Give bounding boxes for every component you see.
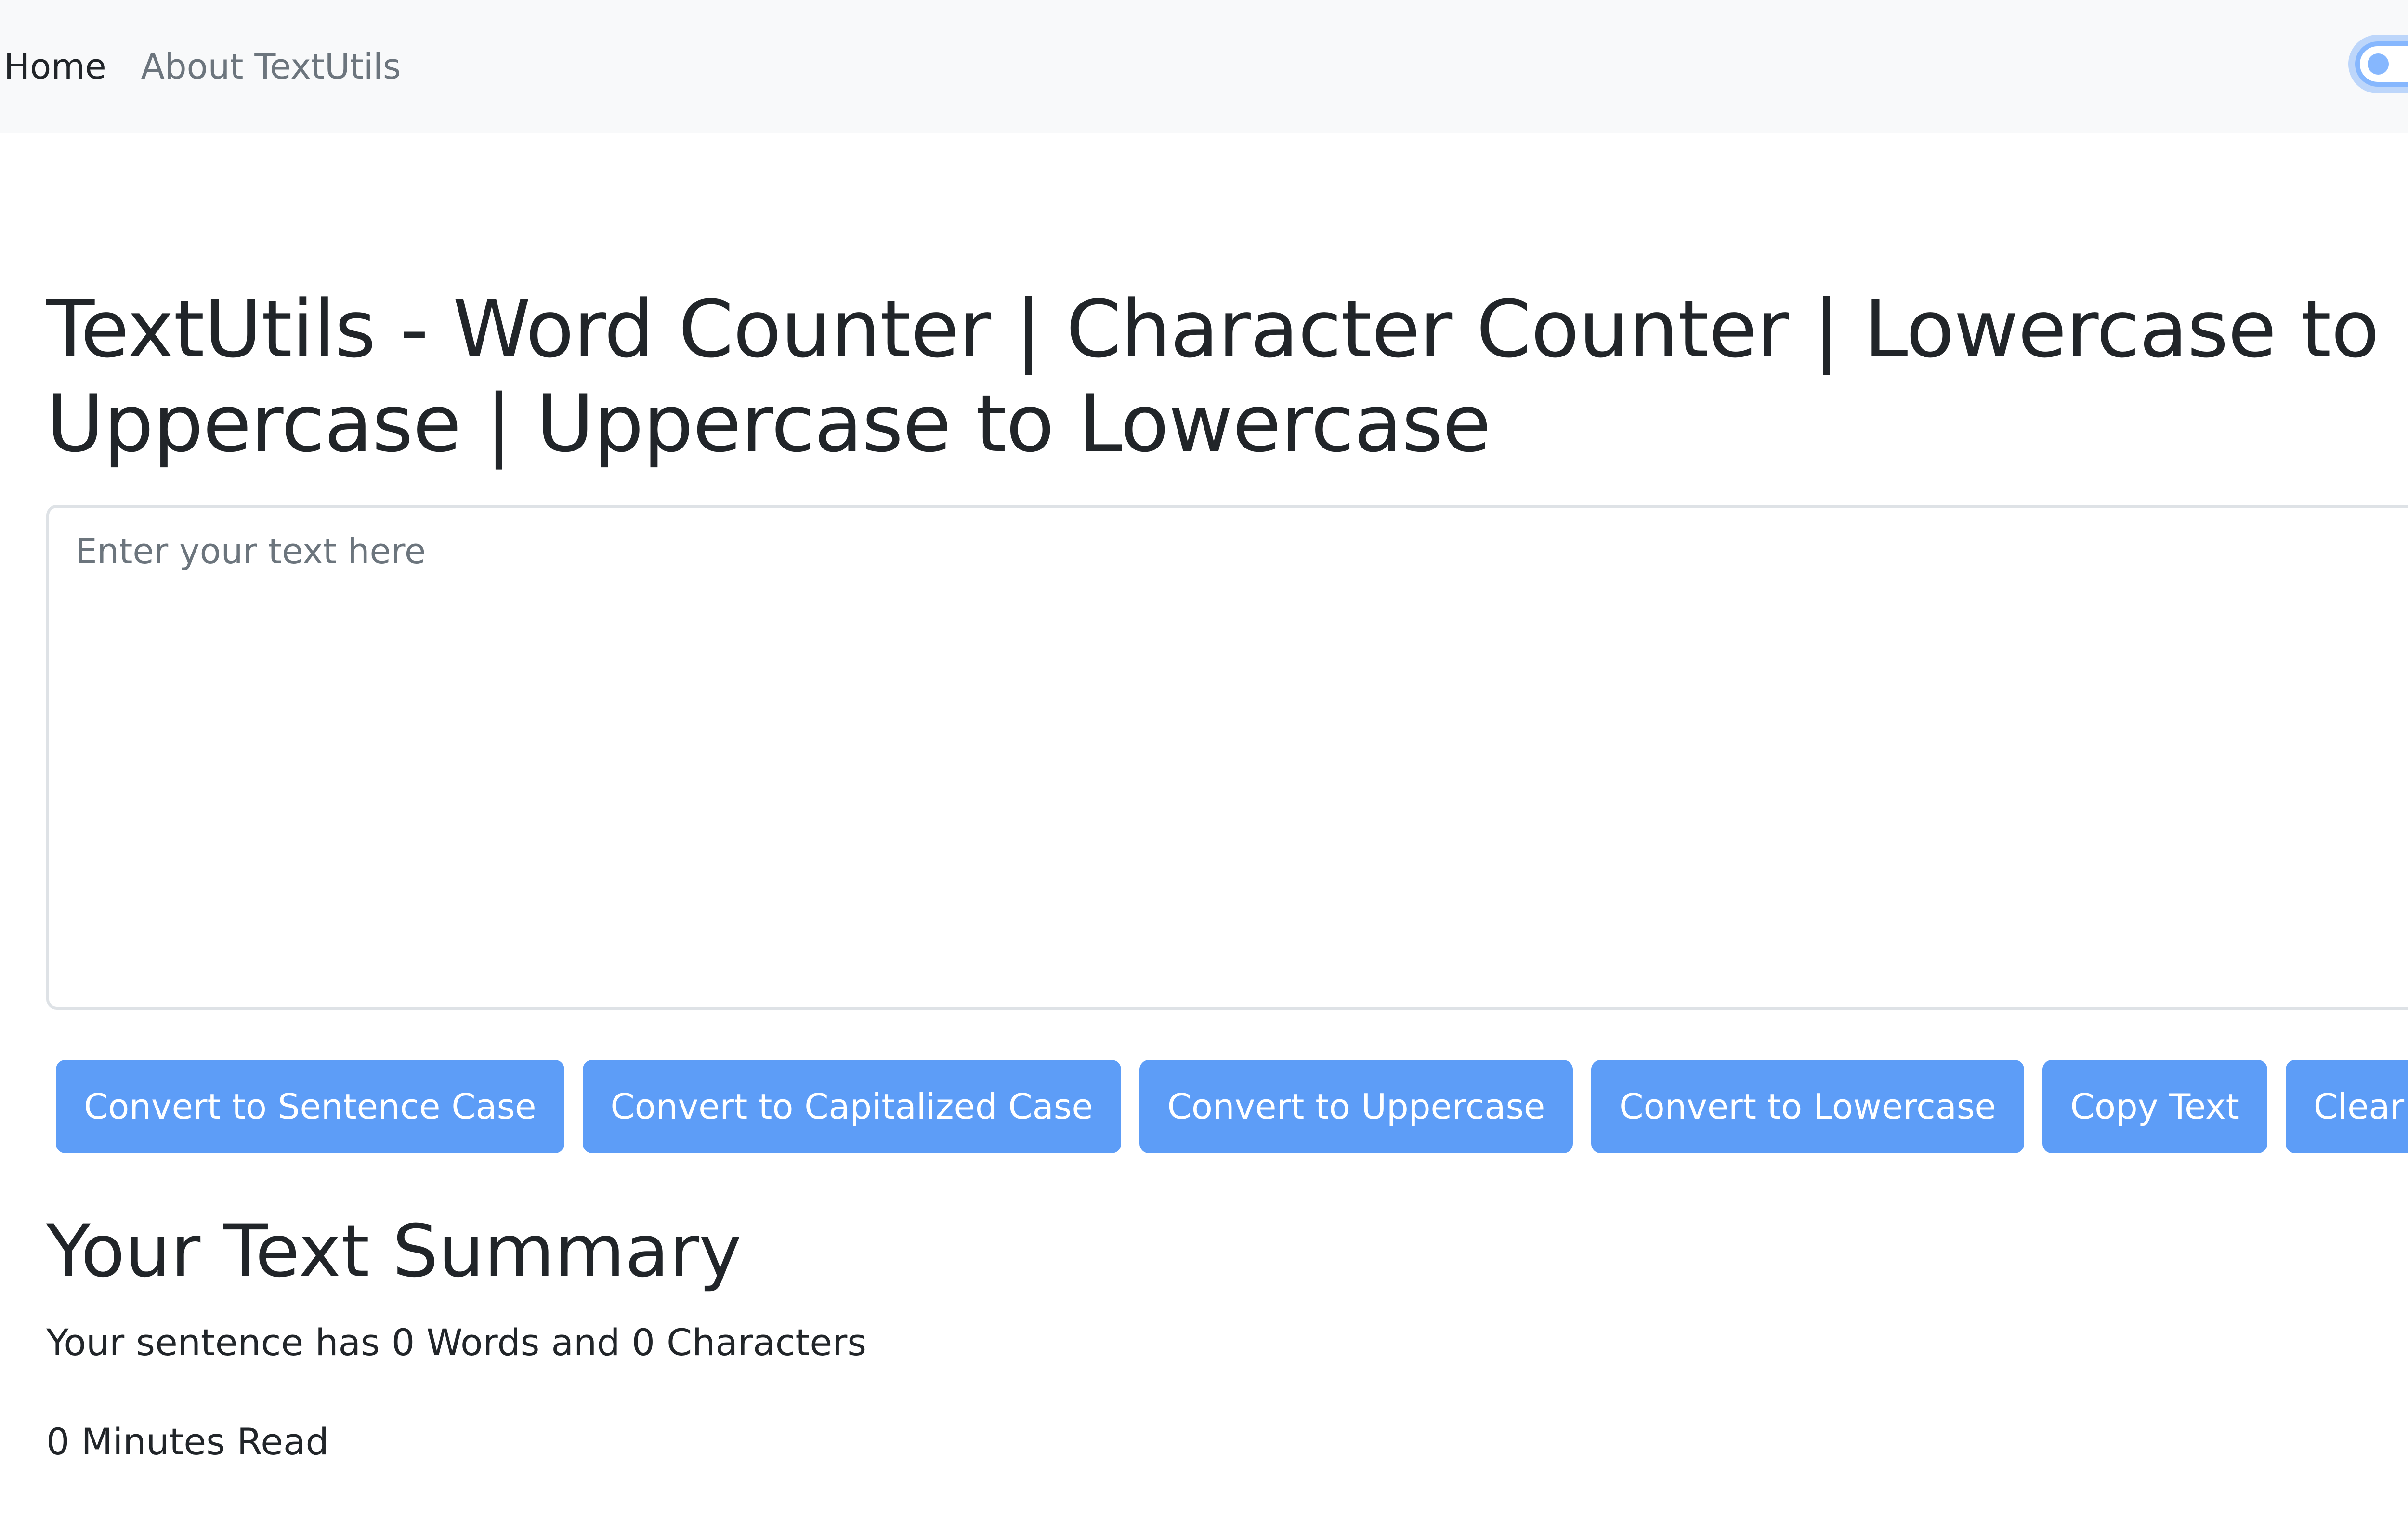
clear-text-button[interactable]: Clear Text (2285, 1060, 2408, 1153)
dark-mode-toggle[interactable] (2355, 41, 2408, 87)
text-input[interactable] (46, 505, 2408, 1010)
nav-home-link[interactable]: Home (4, 49, 106, 84)
lowercase-button[interactable]: Convert to Lowercase (1591, 1060, 2024, 1153)
nav-about-link[interactable]: About TextUtils (141, 49, 401, 84)
sentence-case-button[interactable]: Convert to Sentence Case (56, 1060, 564, 1153)
read-time: 0 Minutes Read (46, 1420, 329, 1463)
summary-title: Your Text Summary (46, 1210, 742, 1293)
copy-text-button[interactable]: Copy Text (2042, 1060, 2267, 1153)
uppercase-button[interactable]: Convert to Uppercase (1139, 1060, 1573, 1153)
toggle-knob (2368, 53, 2389, 75)
action-buttons: Convert to Sentence Case Convert to Capi… (56, 1060, 2408, 1153)
capitalized-case-button[interactable]: Convert to Capitalized Case (582, 1060, 1121, 1153)
word-character-count: Your sentence has 0 Words and 0 Characte… (46, 1321, 866, 1364)
navbar: Home About TextUtils (0, 0, 2408, 133)
page-title: TextUtils - Word Counter | Character Cou… (46, 283, 2380, 470)
nav-links: Home About TextUtils (4, 49, 435, 84)
